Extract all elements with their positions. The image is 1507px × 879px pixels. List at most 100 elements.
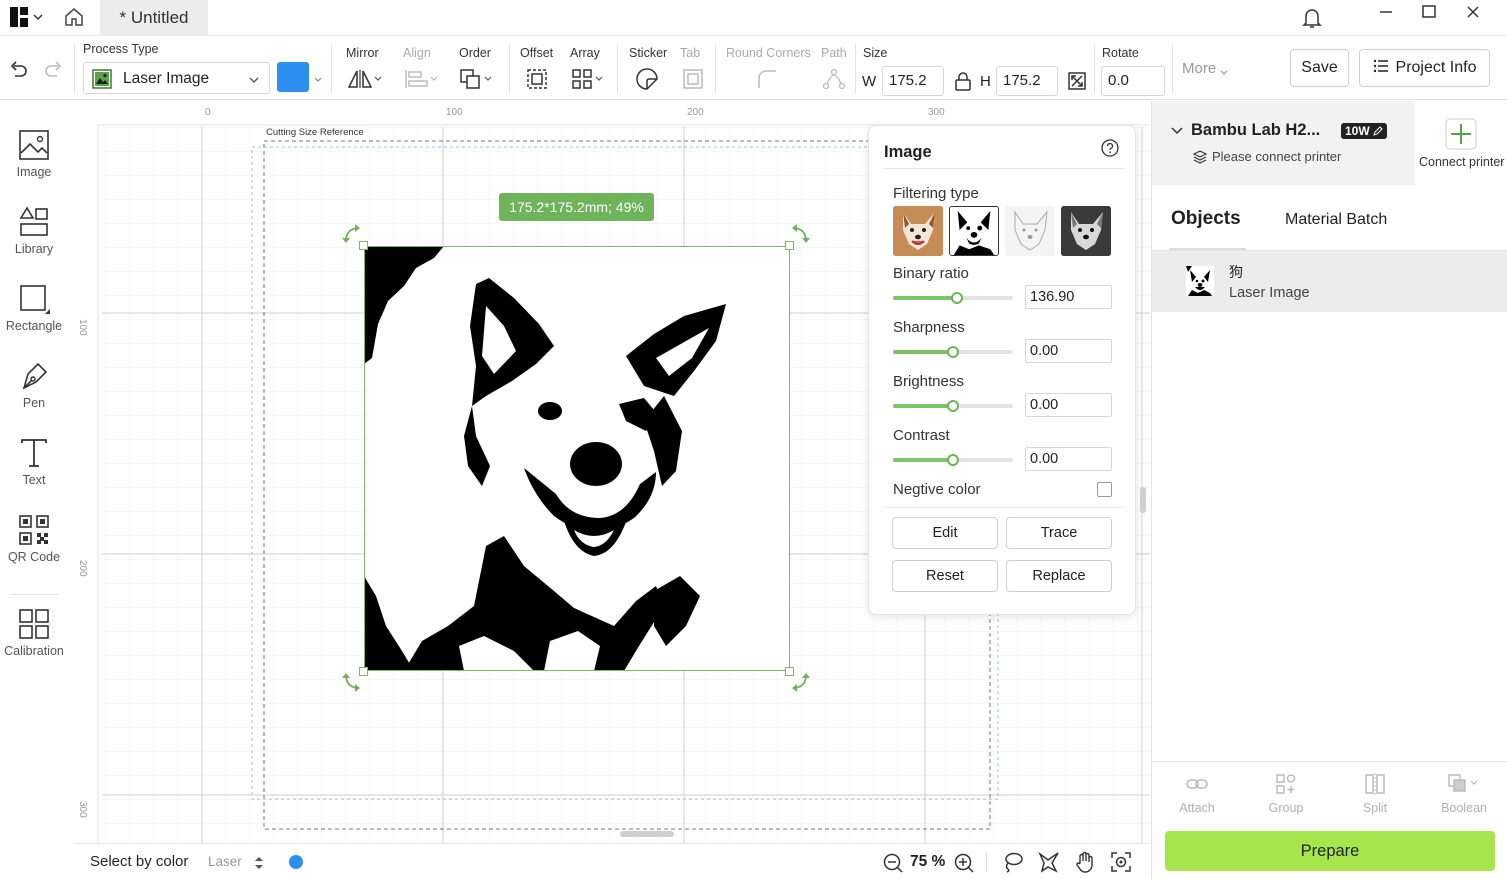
redo-icon[interactable]: [44, 60, 64, 85]
chevron-down-icon: [248, 73, 260, 91]
color-chevron-down-icon[interactable]: [313, 72, 323, 90]
binary-ratio-label: Binary ratio: [893, 265, 969, 282]
power-badge[interactable]: 10W: [1341, 123, 1387, 139]
tool-pen[interactable]: Pen: [0, 360, 68, 410]
save-button[interactable]: Save: [1290, 49, 1349, 87]
negative-color-label: Negtive color: [893, 481, 981, 498]
rotate-handle-bottom-right-icon[interactable]: [788, 671, 810, 698]
rotate-handle-bottom-left-icon[interactable]: [342, 671, 364, 698]
boolean-button[interactable]: Boolean: [1424, 773, 1504, 815]
brightness-input[interactable]: 0.00: [1025, 393, 1112, 417]
rotate-input[interactable]: 0.0: [1101, 66, 1165, 96]
connect-printer-button[interactable]: Connect printer: [1415, 101, 1507, 185]
tool-qr-code-label: QR Code: [7, 550, 61, 564]
group-icon: [1276, 774, 1296, 794]
ruler-top-300: 300: [928, 107, 945, 118]
sharpness-input[interactable]: 0.00: [1025, 339, 1112, 363]
order-icon[interactable]: [459, 68, 495, 95]
tool-qr-code[interactable]: QR Code: [0, 514, 68, 564]
object-type: Laser Image: [1229, 285, 1310, 301]
minimize-icon[interactable]: [1378, 4, 1394, 25]
filter-sketch[interactable]: [1005, 206, 1055, 256]
ruler-left-200: 200: [77, 560, 88, 577]
zoom-in-icon[interactable]: [953, 852, 975, 879]
offset-icon[interactable]: [526, 68, 548, 95]
notification-bell-icon[interactable]: [1302, 7, 1322, 34]
up-down-chevron-icon[interactable]: [254, 856, 264, 875]
contrast-label: Contrast: [893, 427, 950, 444]
lasso-icon[interactable]: [1002, 851, 1024, 878]
brightness-slider[interactable]: [893, 400, 1013, 412]
more-chevron-down-icon[interactable]: [1219, 65, 1229, 83]
ruler-top-200: 200: [687, 107, 704, 118]
tool-rectangle[interactable]: Rectangle: [0, 283, 68, 333]
reset-button[interactable]: Reset: [892, 560, 998, 592]
vertical-scrollbar[interactable]: [1140, 487, 1146, 513]
trace-button[interactable]: Trace: [1006, 517, 1112, 549]
image-icon: [19, 130, 49, 160]
width-input[interactable]: 175.2: [882, 66, 944, 96]
lock-icon[interactable]: [954, 71, 972, 96]
split-icon: [1365, 773, 1385, 795]
array-icon[interactable]: [572, 68, 608, 95]
filter-original[interactable]: [893, 206, 943, 256]
menu-chevron-down-icon[interactable]: [32, 10, 44, 28]
select-pointer-icon[interactable]: [1038, 851, 1060, 878]
list-item[interactable]: 狗 Laser Image: [1152, 251, 1507, 312]
contrast-input[interactable]: 0.00: [1025, 447, 1112, 471]
more-menu[interactable]: More: [1182, 60, 1216, 77]
help-icon[interactable]: [1101, 139, 1119, 162]
undo-icon[interactable]: [8, 60, 28, 85]
sticker-icon[interactable]: [636, 68, 660, 95]
tab-material-batch[interactable]: Material Batch: [1285, 211, 1387, 229]
size-label: Size: [863, 46, 888, 60]
pen-icon: [22, 362, 48, 390]
sharpness-slider[interactable]: [893, 346, 1013, 358]
tab-objects[interactable]: Objects: [1171, 208, 1241, 230]
project-info-button[interactable]: Project Info: [1359, 49, 1490, 87]
app-logo-icon[interactable]: [10, 7, 28, 32]
tool-library[interactable]: Library: [0, 206, 68, 256]
close-icon[interactable]: [1465, 4, 1481, 25]
tool-calibration[interactable]: Calibration: [0, 608, 68, 658]
mirror-icon[interactable]: [347, 68, 383, 95]
printer-name[interactable]: Bambu Lab H2...: [1191, 121, 1320, 140]
group-button[interactable]: Group: [1246, 773, 1326, 815]
rotate-handle-top-left-icon[interactable]: [342, 223, 364, 250]
tool-image-label: Image: [16, 165, 52, 179]
negative-color-checkbox[interactable]: [1097, 482, 1112, 497]
image-settings-panel: Image Filtering type Binary ratio 136.90…: [868, 125, 1136, 615]
home-icon[interactable]: [63, 6, 85, 33]
binary-ratio-slider[interactable]: [893, 292, 1013, 304]
dog-sketch-thumbnail: [1005, 206, 1055, 256]
attach-button[interactable]: Attach: [1157, 773, 1237, 815]
laser-color-dot[interactable]: [289, 855, 303, 869]
laser-select[interactable]: Laser: [208, 854, 242, 869]
tool-image[interactable]: Image: [0, 129, 68, 179]
filter-grayscale[interactable]: [1061, 206, 1111, 256]
tab-untitled[interactable]: * Untitled: [100, 0, 208, 36]
fit-view-icon[interactable]: [1110, 851, 1132, 878]
tool-pen-label: Pen: [22, 396, 46, 410]
edit-button[interactable]: Edit: [892, 517, 998, 549]
binary-ratio-input[interactable]: 136.90: [1025, 285, 1112, 309]
color-swatch[interactable]: [277, 62, 309, 92]
split-button[interactable]: Split: [1335, 773, 1415, 815]
filter-binary[interactable]: [949, 206, 999, 256]
printer-chevron-down-icon[interactable]: [1170, 124, 1184, 143]
zoom-out-icon[interactable]: [882, 852, 904, 879]
process-type-value: Laser Image: [123, 70, 210, 87]
order-label: Order: [459, 46, 491, 60]
height-input[interactable]: 175.2: [996, 66, 1058, 96]
mirror-label: Mirror: [346, 46, 379, 60]
hand-pan-icon[interactable]: [1074, 851, 1096, 878]
tool-text[interactable]: Text: [0, 437, 68, 487]
rotate-handle-top-right-icon[interactable]: [788, 223, 810, 250]
prepare-button[interactable]: Prepare: [1165, 831, 1495, 871]
replace-button[interactable]: Replace: [1006, 560, 1112, 592]
maximize-icon[interactable]: [1421, 4, 1437, 25]
process-type-select[interactable]: Laser Image: [83, 62, 270, 94]
fit-size-icon[interactable]: [1067, 71, 1087, 96]
contrast-slider[interactable]: [893, 454, 1013, 466]
dog-grayscale-thumbnail: [1061, 206, 1111, 256]
